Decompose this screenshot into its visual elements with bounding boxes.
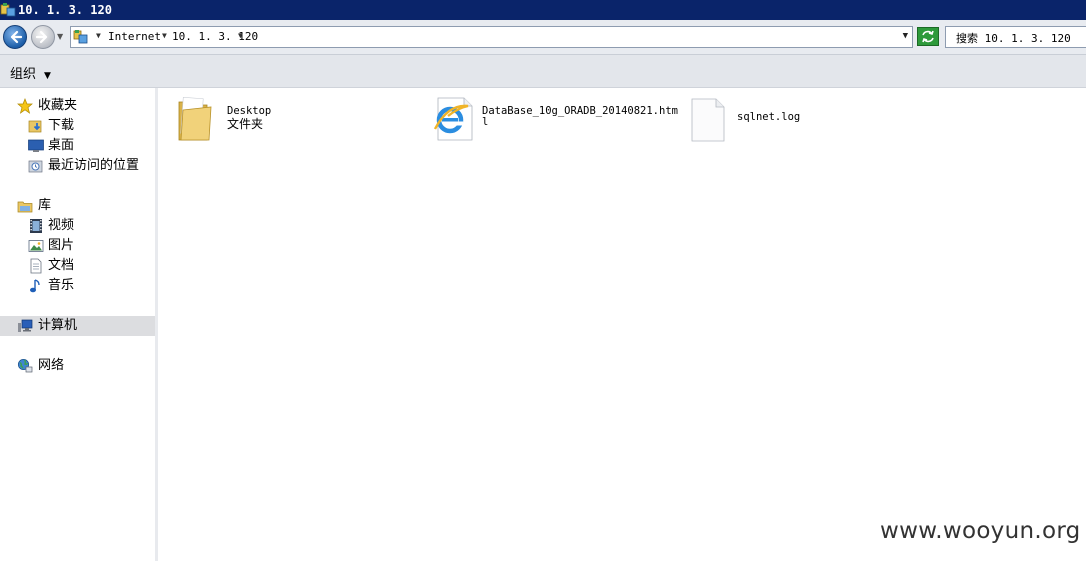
- search-input[interactable]: 搜索 10. 1. 3. 120: [945, 26, 1086, 48]
- library-folder-icon: [17, 198, 33, 214]
- computer-icon: [17, 318, 33, 334]
- file-name-continuation: l: [482, 116, 489, 128]
- breadcrumb-internet[interactable]: Internet: [108, 30, 161, 43]
- list-item[interactable]: sqlnet.log: [690, 98, 890, 146]
- sidebar-item-label: 网络: [38, 358, 65, 373]
- arrow-right-icon: [36, 30, 48, 44]
- sidebar-item-downloads[interactable]: 下载: [0, 116, 155, 136]
- list-item[interactable]: DataBase_10g_ORADB_20140821.htm l: [432, 96, 682, 144]
- organize-button[interactable]: 组织 ▼: [10, 63, 51, 82]
- sidebar-item-label: 计算机: [38, 318, 78, 333]
- forward-button[interactable]: [31, 25, 55, 49]
- refresh-button[interactable]: [917, 27, 939, 46]
- sidebar-item-label: 最近访问的位置: [48, 158, 140, 173]
- chevron-down-icon[interactable]: ▼: [96, 31, 101, 40]
- recent-pages-dropdown[interactable]: ▼: [57, 32, 63, 41]
- network-share-icon: [0, 2, 16, 18]
- file-name: sqlnet.log: [737, 111, 801, 123]
- documents-library-icon: [28, 258, 44, 274]
- folder-icon: [177, 96, 213, 141]
- network-location-icon: [73, 29, 89, 45]
- downloads-folder-icon: [28, 118, 44, 134]
- navigation-pane: 收藏夹 下载 桌面 最近访问的位置 库 视频 图片 文档 音乐 计算机 网络: [0, 88, 156, 561]
- sidebar-item-favorites[interactable]: 收藏夹: [0, 96, 155, 116]
- sidebar-item-label: 图片: [48, 238, 75, 253]
- star-icon: [17, 98, 33, 114]
- sidebar-item-label: 桌面: [48, 138, 75, 153]
- chevron-down-icon: ▼: [44, 71, 51, 81]
- chevron-down-icon[interactable]: ▼: [162, 31, 167, 40]
- sidebar-item-documents[interactable]: 文档: [0, 256, 155, 276]
- desktop-icon: [28, 138, 44, 154]
- chevron-down-icon[interactable]: ▼: [238, 31, 243, 40]
- sidebar-item-libraries[interactable]: 库: [0, 196, 155, 216]
- address-history-dropdown[interactable]: ▼: [903, 31, 908, 41]
- organize-label: 组织: [10, 67, 37, 82]
- ie-html-file-icon: [432, 96, 473, 141]
- recent-places-icon: [28, 158, 44, 174]
- sidebar-item-label: 库: [38, 198, 52, 213]
- sidebar-item-music[interactable]: 音乐: [0, 276, 155, 296]
- file-list: Desktop 文件夹 DataBase_10g_ORADB_20140821.…: [158, 88, 1086, 561]
- sidebar-item-videos[interactable]: 视频: [0, 216, 155, 236]
- list-item[interactable]: Desktop 文件夹: [177, 96, 377, 144]
- sidebar-item-label: 收藏夹: [38, 98, 78, 113]
- file-name: Desktop: [227, 105, 272, 117]
- video-library-icon: [28, 218, 44, 234]
- sidebar-item-computer[interactable]: 计算机: [0, 316, 155, 336]
- sidebar-item-label: 下载: [48, 118, 75, 133]
- network-globe-icon: [17, 358, 33, 374]
- sidebar-item-pictures[interactable]: 图片: [0, 236, 155, 256]
- command-bar: 组织 ▼: [0, 55, 1086, 88]
- arrow-left-icon: [10, 30, 22, 44]
- blank-file-icon: [690, 98, 726, 142]
- file-name: DataBase_10g_ORADB_20140821.htm: [482, 105, 678, 117]
- watermark: www.wooyun.org: [880, 518, 1081, 544]
- address-toolbar: ▼ ▼ Internet ▼ 10. 1. 3. 120 ▼ ▼ 搜索 10. …: [0, 20, 1086, 55]
- breadcrumb-host[interactable]: 10. 1. 3. 120: [172, 30, 258, 43]
- sidebar-item-label: 音乐: [48, 278, 75, 293]
- sidebar-item-label: 文档: [48, 258, 75, 273]
- back-button[interactable]: [3, 25, 27, 49]
- window-title: 10. 1. 3. 120: [18, 3, 112, 17]
- sidebar-item-desktop[interactable]: 桌面: [0, 136, 155, 156]
- refresh-icon: [922, 30, 934, 43]
- sidebar-item-recent-places[interactable]: 最近访问的位置: [0, 156, 155, 176]
- title-bar: 10. 1. 3. 120: [0, 0, 1086, 20]
- pictures-library-icon: [28, 238, 44, 254]
- file-type: 文件夹: [227, 117, 264, 131]
- sidebar-item-network[interactable]: 网络: [0, 356, 155, 376]
- sidebar-item-label: 视频: [48, 218, 75, 233]
- music-note-icon: [28, 278, 44, 294]
- address-field[interactable]: ▼ Internet ▼ 10. 1. 3. 120 ▼ ▼: [70, 26, 913, 48]
